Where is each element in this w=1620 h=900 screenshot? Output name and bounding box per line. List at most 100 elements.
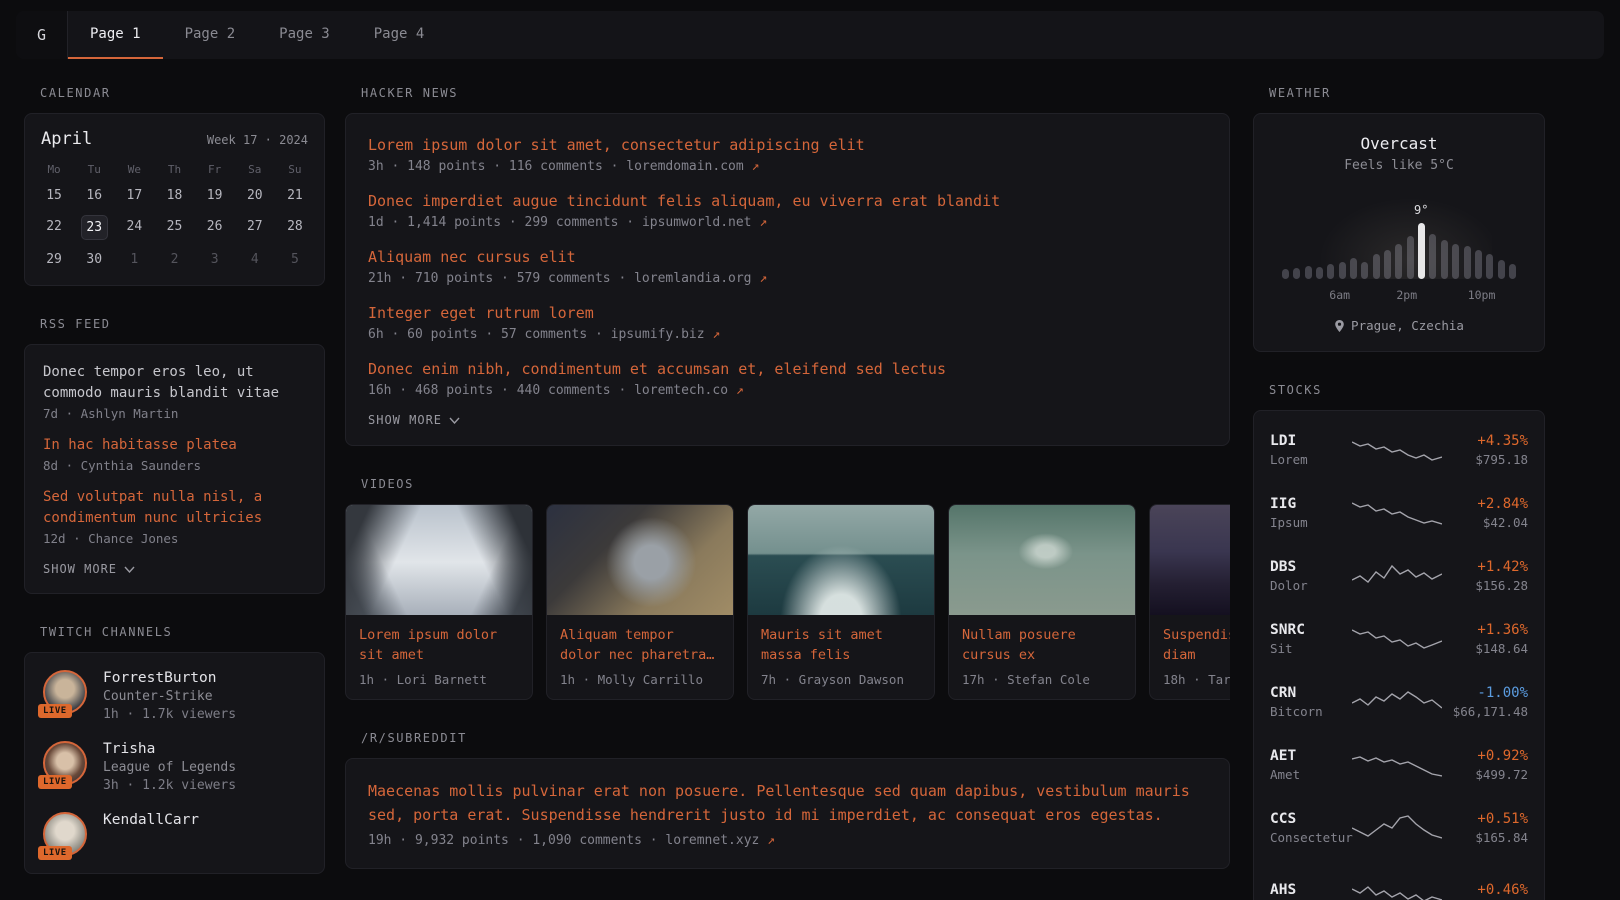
stock-row[interactable]: SNRCSit +1.36%$148.64 [1270,614,1528,664]
stock-row[interactable]: AETAmet +0.92%$499.72 [1270,740,1528,790]
hn-item-title[interactable]: Integer eget rutrum lorem [368,302,1207,324]
tab-page-4[interactable]: Page 4 [352,11,447,59]
video-title[interactable]: Mauris sit amet massa felis [761,625,921,665]
video-card[interactable]: Mauris sit amet massa felis 7h · Grayson… [747,504,935,700]
twitch-channel-row[interactable]: LIVE Trisha League of Legends 3h · 1.2k … [43,741,306,793]
video-title[interactable]: Aliquam tempor dolor nec pharetra… [560,625,720,665]
calendar-day: 27 [235,215,275,240]
weather-bar [1361,262,1368,279]
weather-bars: 9° [1282,207,1516,279]
weather-bar [1395,244,1402,279]
twitch-channel-row[interactable]: LIVE ForrestBurton Counter-Strike 1h · 1… [43,670,306,722]
hn-item-title[interactable]: Donec imperdiet augue tincidunt felis al… [368,190,1207,212]
hn-item-meta: 16h · 468 points · 440 comments · loremt… [368,383,1207,398]
live-badge: LIVE [38,704,72,718]
twitch-channel-meta: 1h · 1.7k viewers [103,707,236,722]
twitch-channel-name: Trisha [103,741,236,757]
right-column: WEATHER Overcast Feels like 5°C 9° 6am 2… [1253,86,1545,900]
video-card[interactable]: Lorem ipsum dolor sit amet consectetu… 1… [345,504,533,700]
hn-item-title[interactable]: Aliquam nec cursus elit [368,246,1207,268]
live-badge: LIVE [38,846,72,860]
rss-item-title[interactable]: Donec tempor eros leo, ut commodo mauris… [43,362,306,404]
video-thumbnail[interactable] [949,505,1135,615]
calendar-day: 20 [235,184,275,207]
stock-row[interactable]: IIGIpsum +2.84%$42.04 [1270,488,1528,538]
stock-row[interactable]: AHS +0.46% [1270,866,1528,900]
hn-item-meta: 21h · 710 points · 579 comments · loreml… [368,271,1207,286]
hn-item-domain[interactable]: loremdomain.com [626,159,743,174]
videos-widget: VIDEOS Lorem ipsum dolor sit amet consec… [345,477,1230,700]
hn-item-domain[interactable]: loremtech.co [634,383,728,398]
stock-price: $499.72 [1442,767,1528,782]
video-thumbnail[interactable] [547,505,733,615]
hn-item-title[interactable]: Donec enim nibh, condimentum et accumsan… [368,358,1207,380]
subreddit-post-title[interactable]: Maecenas mollis pulvinar erat non posuer… [368,779,1207,827]
left-column: CALENDAR April Week 17 · 2024 Mo Tu We T… [24,86,325,900]
twitch-channel-row[interactable]: LIVE KendallCarr [43,812,306,856]
rss-item-title[interactable]: Sed volutpat nulla nisl, a condimentum n… [43,487,306,529]
weather-bar [1293,268,1300,279]
external-link-icon: ↗ [767,833,775,848]
external-link-icon: ↗ [752,159,760,174]
videos-section-title: VIDEOS [361,477,1230,491]
stock-name: Dolor [1270,578,1352,593]
weather-bar [1339,262,1346,279]
video-thumbnail[interactable] [748,505,934,615]
stock-name: Consectetur [1270,830,1352,845]
hn-item-meta: 1d · 1,414 points · 299 comments · ipsum… [368,215,1207,230]
stock-change: +1.42% [1442,559,1528,575]
weekday-label: Fr [195,163,235,176]
calendar-day-next-month: 3 [195,248,235,271]
tab-page-2[interactable]: Page 2 [163,11,258,59]
hn-item-title[interactable]: Lorem ipsum dolor sit amet, consectetur … [368,134,1207,156]
avatar: LIVE [43,812,87,856]
video-card[interactable]: Aliquam tempor dolor nec pharetra… 1h · … [546,504,734,700]
app-logo[interactable]: G [16,11,68,59]
video-title[interactable]: Suspendisse sed diam [1163,625,1230,665]
hn-item-domain[interactable]: ipsumify.biz [611,327,705,342]
video-title[interactable]: Nullam posuere cursus ex [962,625,1122,665]
calendar-day: 26 [195,215,235,240]
stock-row[interactable]: LDILorem +4.35%$795.18 [1270,425,1528,475]
stocks-widget: STOCKS LDILorem +4.35%$795.18 IIGIpsum +… [1253,383,1545,900]
hn-item-meta: 6h · 60 points · 57 comments · ipsumify.… [368,327,1207,342]
stock-change: +2.84% [1442,496,1528,512]
weather-bar [1305,266,1312,279]
stock-row[interactable]: CCSConsectetur +0.51%$165.84 [1270,803,1528,853]
stock-row[interactable]: DBSDolor +1.42%$156.28 [1270,551,1528,601]
twitch-widget: TWITCH CHANNELS LIVE ForrestBurton Count… [24,625,325,874]
video-card[interactable]: Suspendisse sed diam 18h · Tara [1149,504,1230,700]
rss-show-more-button[interactable]: SHOW MORE [43,562,306,576]
hn-show-more-button[interactable]: SHOW MORE [368,413,1207,427]
chevron-down-icon [124,566,135,573]
video-thumbnail[interactable] [346,505,532,615]
external-link-icon: ↗ [759,215,767,230]
stock-row[interactable]: CRNBitcorn -1.00%$66,171.48 [1270,677,1528,727]
hn-item-domain[interactable]: loremlandia.org [634,271,751,286]
calendar-day: 16 [74,184,114,207]
videos-row: Lorem ipsum dolor sit amet consectetu… 1… [345,504,1230,700]
calendar-day: 15 [34,184,74,207]
stock-price: $148.64 [1442,641,1528,656]
chevron-down-icon [449,417,460,424]
tab-page-3[interactable]: Page 3 [257,11,352,59]
stock-sparkline [1352,498,1442,528]
hn-item-meta: 3h · 148 points · 116 comments · loremdo… [368,159,1207,174]
subreddit-post-domain[interactable]: loremnet.xyz [665,833,759,848]
weather-time-label: 6am [1329,288,1350,302]
hn-item-domain[interactable]: ipsumworld.net [642,215,752,230]
weather-time-label: 2pm [1396,288,1417,302]
rss-item-title[interactable]: In hac habitasse platea [43,435,306,456]
subreddit-card: Maecenas mollis pulvinar erat non posuer… [345,758,1230,869]
video-thumbnail[interactable] [1150,505,1230,615]
calendar-day: 19 [195,184,235,207]
tab-page-1[interactable]: Page 1 [68,11,163,59]
weather-bar [1316,267,1323,279]
stock-sparkline [1352,561,1442,591]
weather-bar [1282,269,1289,279]
external-link-icon: ↗ [712,327,720,342]
twitch-channel-category: Counter-Strike [103,689,236,704]
video-card[interactable]: Nullam posuere cursus ex 17h · Stefan Co… [948,504,1136,700]
video-title[interactable]: Lorem ipsum dolor sit amet consectetu… [359,625,519,665]
weather-location: Prague, Czechia [1270,318,1528,333]
